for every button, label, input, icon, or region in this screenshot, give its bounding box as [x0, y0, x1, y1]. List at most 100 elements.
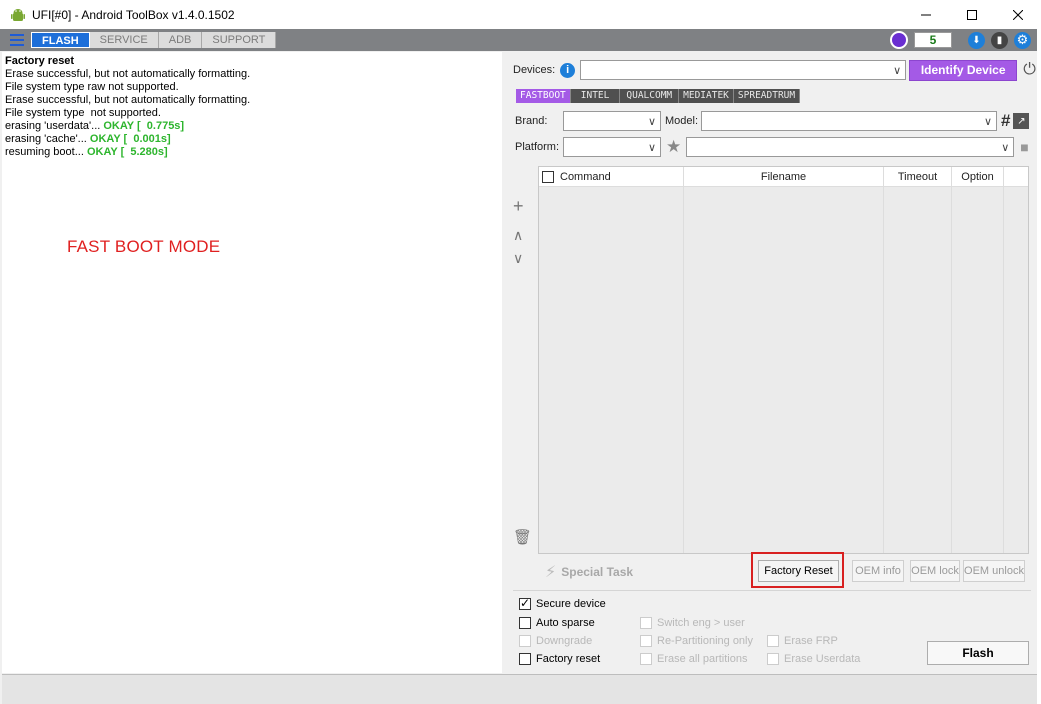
power-icon[interactable]: ⏻ [1023, 61, 1036, 79]
folder-icon[interactable]: ■ [1020, 139, 1028, 155]
column-command-label: Command [560, 170, 611, 183]
erase-userdata-checkbox [767, 653, 779, 665]
select-all-checkbox[interactable] [542, 170, 554, 183]
minimize-button[interactable] [903, 0, 949, 29]
downgrade-option: Downgrade [519, 635, 592, 647]
log-text: erasing 'cache'... [5, 133, 90, 145]
log-line: File system type not supported. [5, 107, 161, 119]
chipset-tabs: FASTBOOT INTEL QUALCOMM MEDIATEK SPREADT… [516, 89, 801, 103]
device-count-badge: 5 [914, 32, 952, 48]
subtab-mediatek[interactable]: MEDIATEK [679, 89, 734, 103]
erase-frp-option: Erase FRP [767, 635, 838, 647]
oem-info-button[interactable]: OEM info [852, 560, 904, 582]
switch-eng-user-label: Switch eng > user [657, 617, 745, 629]
auto-sparse-label: Auto sparse [536, 617, 595, 629]
platform-label: Platform: [515, 141, 560, 153]
window-edge [1037, 29, 1041, 704]
fast-boot-mode-note: FAST BOOT MODE [67, 237, 221, 256]
log-text: resuming boot... [5, 146, 87, 158]
repartitioning-only-label: Re-Partitioning only [657, 635, 753, 647]
gear-icon[interactable]: ⚙ [1014, 31, 1031, 49]
chevron-down-icon: ∨ [893, 65, 902, 77]
subtab-qualcomm[interactable]: QUALCOMM [620, 89, 680, 103]
erase-all-partitions-label: Erase all partitions [657, 653, 748, 665]
repartitioning-only-checkbox [640, 635, 652, 647]
hamburger-menu-icon[interactable] [10, 34, 24, 46]
trash-icon[interactable]: 🗑 [513, 528, 532, 546]
pdf-icon[interactable]: ↗ [1013, 113, 1030, 129]
log-output-pane[interactable]: Factory reset Erase successful, but not … [2, 52, 502, 673]
lightning-icon: ⚡ [545, 564, 557, 581]
globe-icon[interactable] [890, 31, 908, 49]
tab-support[interactable]: SUPPORT [202, 32, 277, 48]
mouse-icon[interactable]: ▮ [991, 31, 1008, 49]
oem-lock-button[interactable]: OEM lock [910, 560, 960, 582]
downgrade-label: Downgrade [536, 635, 593, 647]
info-icon[interactable]: i [560, 62, 576, 78]
log-line: Erase successful, but not automatically … [5, 68, 251, 80]
switch-eng-user-option: Switch eng > user [640, 617, 745, 629]
devices-dropdown[interactable]: ∨ [580, 60, 907, 80]
column-divider [539, 187, 684, 553]
erase-userdata-option: Erase Userdata [767, 653, 860, 665]
android-app-icon [11, 8, 25, 21]
log-line: Erase successful, but not automatically … [5, 94, 251, 106]
brand-dropdown[interactable]: ∨ [563, 111, 661, 131]
preset-dropdown[interactable]: ∨ [686, 137, 1015, 157]
close-button[interactable] [995, 0, 1041, 29]
subtab-fastboot[interactable]: FASTBOOT [516, 89, 571, 103]
command-table[interactable]: Command Filename Timeout Option [538, 166, 1029, 554]
move-down-icon[interactable]: ∨ [513, 250, 523, 267]
star-icon[interactable]: ★ [666, 137, 681, 157]
divider [513, 590, 1031, 591]
move-up-icon[interactable]: ∧ [513, 227, 523, 244]
tab-flash[interactable]: FLASH [31, 32, 90, 48]
tab-adb[interactable]: ADB [158, 32, 203, 48]
repartitioning-only-option: Re-Partitioning only [640, 635, 753, 647]
factory-reset-label: Factory reset [536, 653, 601, 665]
maximize-button[interactable] [949, 0, 995, 29]
factory-reset-checkbox[interactable] [519, 653, 531, 665]
add-icon[interactable]: + [513, 196, 524, 217]
chevron-down-icon: ∨ [647, 142, 656, 154]
factory-reset-button[interactable]: Factory Reset [758, 560, 839, 582]
column-divider [884, 187, 952, 553]
download-icon[interactable]: ⬇ [968, 31, 985, 49]
identify-device-button[interactable]: Identify Device [909, 59, 1018, 81]
devices-label: Devices: [513, 64, 556, 76]
status-bar [2, 674, 1037, 704]
subtab-spreadtrum[interactable]: SPREADTRUM [733, 89, 801, 103]
platform-dropdown[interactable]: ∨ [563, 137, 661, 157]
secure-device-label: Secure device [536, 598, 606, 610]
tab-service[interactable]: SERVICE [89, 32, 159, 48]
title-bar: UFI[#0] - Android ToolBox v1.4.0.1502 [0, 0, 1041, 29]
auto-sparse-option[interactable]: Auto sparse [519, 617, 595, 629]
column-divider [952, 187, 1004, 553]
column-timeout[interactable]: Timeout [884, 167, 952, 186]
hash-icon[interactable]: # [1001, 111, 1010, 131]
erase-all-partitions-checkbox [640, 653, 652, 665]
column-option[interactable]: Option [952, 167, 1004, 186]
subtab-intel[interactable]: INTEL [570, 89, 621, 103]
auto-sparse-checkbox[interactable] [519, 617, 531, 629]
secure-device-checkbox[interactable] [519, 596, 531, 610]
window-title: UFI[#0] - Android ToolBox v1.4.0.1502 [32, 7, 235, 22]
special-task-label: Special Task [561, 565, 634, 579]
minimize-icon [921, 14, 931, 15]
model-dropdown[interactable]: ∨ [701, 111, 997, 131]
flash-button[interactable]: Flash [927, 641, 1029, 665]
close-icon [1013, 9, 1023, 20]
switch-eng-user-checkbox [640, 617, 652, 629]
column-command[interactable]: Command [539, 167, 684, 186]
oem-unlock-button[interactable]: OEM unlock [963, 560, 1025, 582]
log-line: Factory reset [5, 55, 75, 67]
special-task[interactable]: ⚡ Special Task [545, 562, 633, 582]
factory-reset-option[interactable]: Factory reset [519, 653, 600, 665]
secure-device-option[interactable]: Secure device [519, 596, 606, 610]
chevron-down-icon: ∨ [983, 116, 992, 128]
log-line: resuming boot... OKAY [ 5.280s] [5, 146, 499, 159]
model-label: Model: [665, 115, 699, 127]
erase-all-partitions-option: Erase all partitions [640, 653, 748, 665]
column-filename[interactable]: Filename [684, 167, 884, 186]
main-menu-bar: FLASH SERVICE ADB SUPPORT 5 ⬇ ▮ ⚙ [0, 29, 1037, 51]
